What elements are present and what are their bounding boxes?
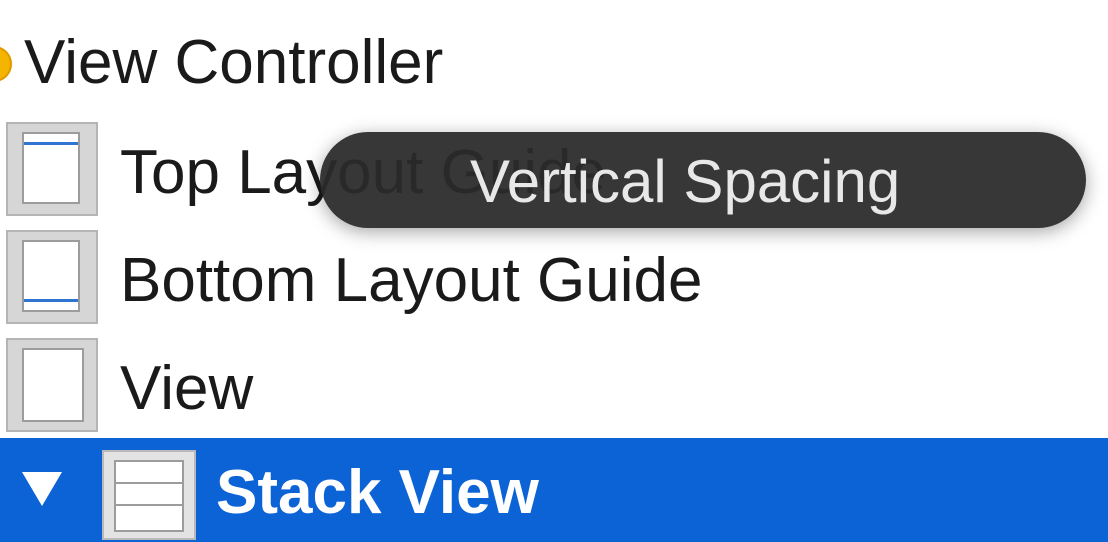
tooltip: Vertical Spacing [320, 132, 1086, 228]
disclosure-triangle-icon[interactable] [22, 472, 62, 506]
stack-view-label: Stack View [216, 458, 539, 527]
tooltip-label: Vertical Spacing [470, 148, 901, 215]
stack-view-icon [102, 450, 196, 540]
outline-row-stack-view[interactable]: Stack View [0, 438, 1108, 542]
document-outline: View Controller Top Layout Guide Bottom … [0, 0, 1108, 542]
top-layout-guide-icon [6, 122, 98, 216]
outline-row-view-controller[interactable]: View Controller [0, 8, 1108, 116]
outline-row-view[interactable]: View [0, 334, 1108, 442]
bottom-layout-guide-icon [6, 230, 98, 324]
view-controller-label: View Controller [24, 28, 444, 97]
view-controller-icon [0, 46, 12, 82]
bottom-layout-guide-label: Bottom Layout Guide [120, 246, 703, 315]
view-icon [6, 338, 98, 432]
outline-row-bottom-layout-guide[interactable]: Bottom Layout Guide [0, 226, 1108, 334]
view-label: View [120, 354, 254, 423]
